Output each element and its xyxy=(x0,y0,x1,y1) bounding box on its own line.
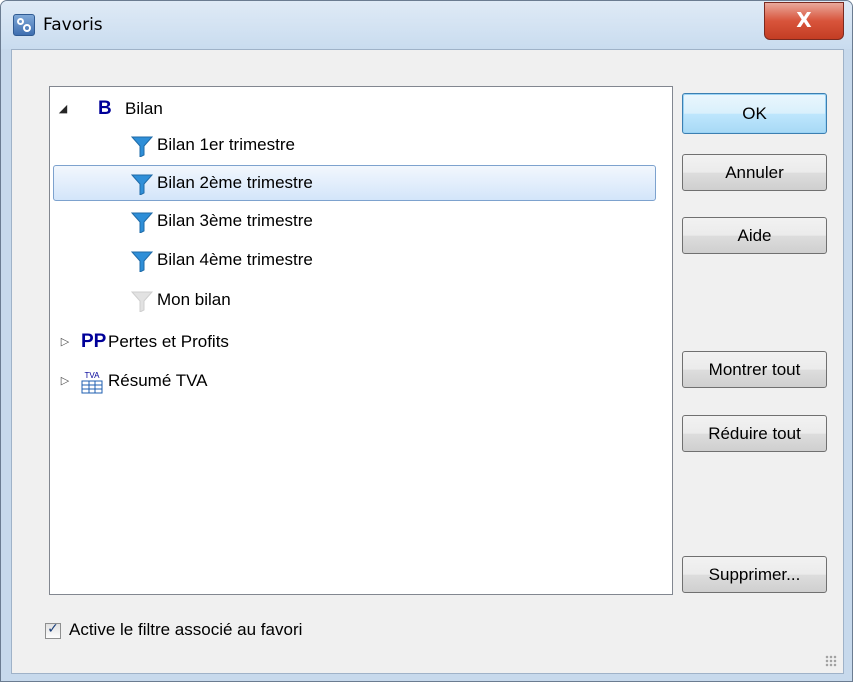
tree-leaf-bilan-1er-trimestre[interactable]: Bilan 1er trimestre xyxy=(50,127,672,163)
funnel-icon xyxy=(131,174,153,195)
tva-table-icon: TVA xyxy=(81,371,103,394)
expand-arrow-icon[interactable]: ▷ xyxy=(58,363,72,399)
funnel-icon xyxy=(131,212,153,233)
tree-node-label: Bilan xyxy=(125,99,163,118)
close-button[interactable]: X xyxy=(764,2,844,40)
tree-node-bilan[interactable]: ◢ B Bilan xyxy=(50,91,672,127)
expand-arrow-icon[interactable]: ▷ xyxy=(58,324,72,360)
tva-icon-text: TVA xyxy=(85,371,101,380)
dialog-body: ◢ B Bilan Bilan 1er trimestre Bilan 2ème… xyxy=(11,49,844,674)
collapse-arrow-icon[interactable]: ◢ xyxy=(56,91,70,127)
activate-filter-label[interactable]: Active le filtre associé au favori xyxy=(69,620,302,640)
letters-pp-icon: PP xyxy=(81,331,107,352)
show-all-button[interactable]: Montrer tout xyxy=(682,351,827,388)
tree-node-resume-tva[interactable]: ▷ TVA Résumé TVA xyxy=(50,363,672,399)
tree-node-label: Bilan 2ème trimestre xyxy=(157,173,313,192)
funnel-icon xyxy=(131,136,153,157)
tree-node-pertes-et-profits[interactable]: ▷ PP Pertes et Profits xyxy=(50,324,672,360)
tree-leaf-bilan-2eme-trimestre[interactable]: Bilan 2ème trimestre xyxy=(50,165,672,201)
letter-b-icon: B xyxy=(98,98,112,119)
tree-leaf-bilan-4eme-trimestre[interactable]: Bilan 4ème trimestre xyxy=(50,242,672,278)
tree-node-label: Pertes et Profits xyxy=(108,332,229,351)
activate-filter-checkbox[interactable]: ✓ xyxy=(45,621,61,639)
funnel-icon xyxy=(131,251,153,272)
collapse-all-button[interactable]: Réduire tout xyxy=(682,415,827,452)
favorites-tree[interactable]: ◢ B Bilan Bilan 1er trimestre Bilan 2ème… xyxy=(49,86,673,595)
tree-node-label: Résumé TVA xyxy=(108,371,208,390)
resize-grip-icon[interactable] xyxy=(825,655,837,667)
tree-node-label: Mon bilan xyxy=(157,290,231,309)
cancel-button[interactable]: Annuler xyxy=(682,154,827,191)
title-bar[interactable]: Favoris X xyxy=(1,1,852,49)
app-icon xyxy=(13,14,35,36)
tree-leaf-bilan-3eme-trimestre[interactable]: Bilan 3ème trimestre xyxy=(50,203,672,239)
delete-button[interactable]: Supprimer... xyxy=(682,556,827,593)
ok-button[interactable]: OK xyxy=(682,93,827,134)
favoris-dialog: Favoris X ◢ B Bilan Bilan 1er trimestre xyxy=(0,0,853,682)
tree-node-label: Bilan 1er trimestre xyxy=(157,135,295,154)
help-button[interactable]: Aide xyxy=(682,217,827,254)
tree-node-label: Bilan 4ème trimestre xyxy=(157,250,313,269)
tree-leaf-mon-bilan[interactable]: Mon bilan xyxy=(50,282,672,318)
close-icon: X xyxy=(796,8,812,32)
checkmark-icon: ✓ xyxy=(47,621,59,637)
funnel-grey-icon xyxy=(131,291,153,312)
tree-node-label: Bilan 3ème trimestre xyxy=(157,211,313,230)
window-title: Favoris xyxy=(43,15,103,35)
